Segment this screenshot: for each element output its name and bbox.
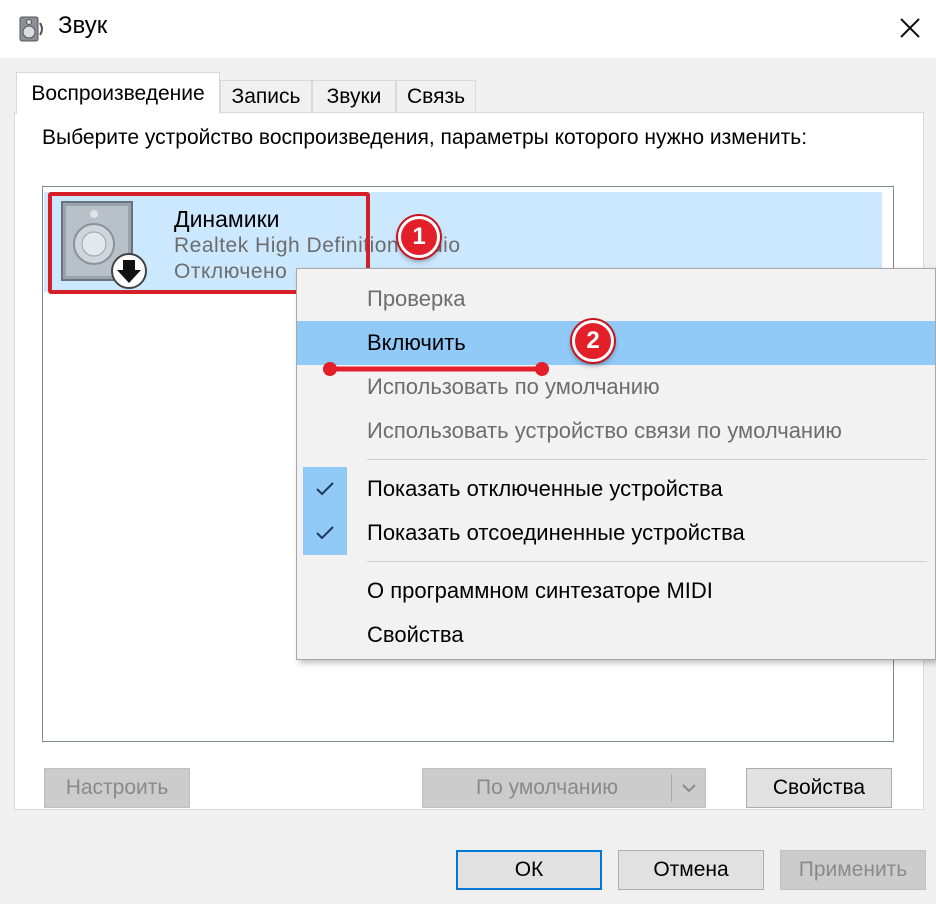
menu-item-show-disconnected[interactable]: Показать отсоединенные устройства [297,511,935,555]
menu-item-midi-synth[interactable]: О программном синтезаторе MIDI [297,569,935,613]
close-icon [900,18,920,38]
checkmark-icon [303,467,347,511]
cancel-button[interactable]: Отмена [618,850,764,890]
chevron-down-icon[interactable] [672,783,705,793]
menu-item-enable[interactable]: Включить [297,321,935,365]
menu-item-test[interactable]: Проверка [297,277,935,321]
tab-recording[interactable]: Запись [220,80,312,112]
ok-button[interactable]: ОК [456,850,602,890]
menu-item-properties[interactable]: Свойства [297,613,935,657]
window-title: Звук [58,12,108,39]
apply-button[interactable]: Применить [780,850,926,890]
speaker-icon [18,14,48,44]
title-bar [0,0,936,58]
menu-item-label: Показать отключенные устройства [367,476,723,501]
annotation-badge-1: 1 [398,216,440,258]
set-default-button[interactable]: По умолчанию [422,768,706,808]
set-default-label: По умолчанию [475,776,619,799]
menu-separator [367,561,927,562]
configure-button[interactable]: Настроить [44,768,190,808]
tab-communications[interactable]: Связь [396,80,476,112]
checkmark-icon [303,511,347,555]
instruction-text: Выберите устройство воспроизведения, пар… [42,126,808,149]
menu-separator [367,459,927,460]
tab-playback[interactable]: Воспроизведение [16,72,220,114]
menu-item-show-disabled[interactable]: Показать отключенные устройства [297,467,935,511]
close-button[interactable] [888,6,932,50]
tab-sounds[interactable]: Звуки [312,80,396,112]
context-menu: Проверка Включить Использовать по умолча… [296,268,936,660]
menu-item-set-default-communication[interactable]: Использовать устройство связи по умолчан… [297,409,935,453]
properties-button[interactable]: Свойства [746,768,892,808]
menu-item-label: Показать отсоединенные устройства [367,520,745,545]
annotation-underline [323,362,549,376]
annotation-badge-2: 2 [572,320,614,362]
